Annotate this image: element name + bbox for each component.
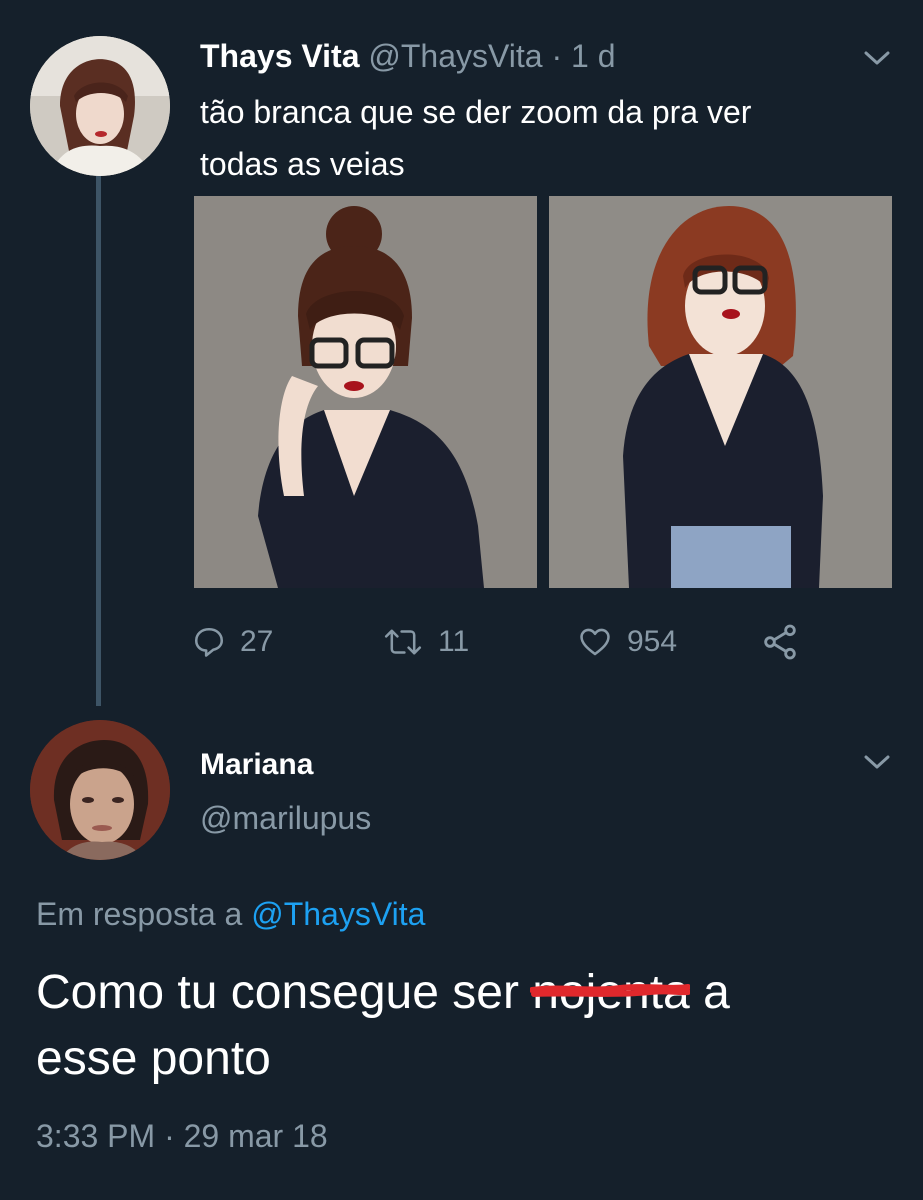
reply-text-before: Como tu consegue ser bbox=[36, 966, 533, 1019]
reply-text-after: a bbox=[689, 966, 730, 1019]
author-handle[interactable]: @ThaysVita bbox=[368, 38, 542, 74]
reply-context: Em resposta a @ThaysVita bbox=[36, 896, 425, 933]
mariana-avatar[interactable] bbox=[30, 720, 170, 860]
tweet-photo-1[interactable] bbox=[194, 196, 537, 588]
reply-text: Como tu consegue ser nojenta a esse pont… bbox=[36, 960, 896, 1092]
scribbled-word: nojenta bbox=[530, 960, 691, 1026]
header-separator: · bbox=[551, 38, 563, 74]
chevron-down-icon[interactable] bbox=[862, 48, 892, 68]
tweet-photo-2[interactable] bbox=[549, 196, 892, 588]
reply-author-handle[interactable]: @marilupus bbox=[200, 800, 371, 837]
reply-text-line: esse ponto bbox=[36, 1032, 271, 1085]
heart-icon bbox=[580, 628, 610, 656]
thays-avatar[interactable] bbox=[30, 36, 170, 176]
reply-context-prefix: Em resposta a bbox=[36, 896, 243, 932]
reply-author-name[interactable]: Mariana bbox=[200, 748, 313, 782]
author-name[interactable]: Thays Vita bbox=[200, 38, 359, 74]
tweet-text: tão branca que se der zoom da pra ver to… bbox=[200, 86, 880, 190]
tweet-actions-bar: 27 11 954 bbox=[192, 618, 832, 666]
like-button[interactable]: 954 bbox=[577, 618, 677, 666]
scribbled-word-text: nojenta bbox=[532, 966, 690, 1019]
reply-timestamp[interactable]: 3:33 PM · 29 mar 18 bbox=[36, 1118, 328, 1155]
tweet-thread-screen: Thays Vita @ThaysVita · 1 d tão branca q… bbox=[0, 0, 923, 1200]
tweet-time[interactable]: 1 d bbox=[571, 38, 615, 74]
retweet-icon bbox=[384, 629, 422, 655]
reply-mention-link[interactable]: @ThaysVita bbox=[251, 896, 425, 932]
thread-connector-line bbox=[96, 176, 101, 706]
user-avatar-photo-icon bbox=[30, 720, 170, 860]
tweet-header: Thays Vita @ThaysVita · 1 d bbox=[200, 36, 615, 76]
reply-button[interactable]: 27 bbox=[192, 618, 273, 666]
reply-text-line: Como tu consegue ser nojenta a bbox=[36, 960, 896, 1026]
photo-woman-glasses-standing-icon bbox=[549, 196, 892, 588]
share-icon bbox=[764, 624, 796, 660]
user-avatar-photo-icon bbox=[30, 36, 170, 176]
retweet-button[interactable]: 11 bbox=[382, 618, 469, 666]
retweet-count: 11 bbox=[438, 625, 470, 658]
tweet-text-line: todas as veias bbox=[200, 146, 405, 182]
like-count: 954 bbox=[627, 625, 678, 658]
reply-count: 27 bbox=[240, 625, 274, 658]
tweet-text-line: tão branca que se der zoom da pra ver bbox=[200, 94, 752, 130]
share-button[interactable] bbox=[760, 618, 814, 666]
photo-woman-glasses-bun-icon bbox=[194, 196, 537, 588]
chevron-down-icon[interactable] bbox=[862, 752, 892, 772]
reply-icon bbox=[194, 627, 224, 657]
